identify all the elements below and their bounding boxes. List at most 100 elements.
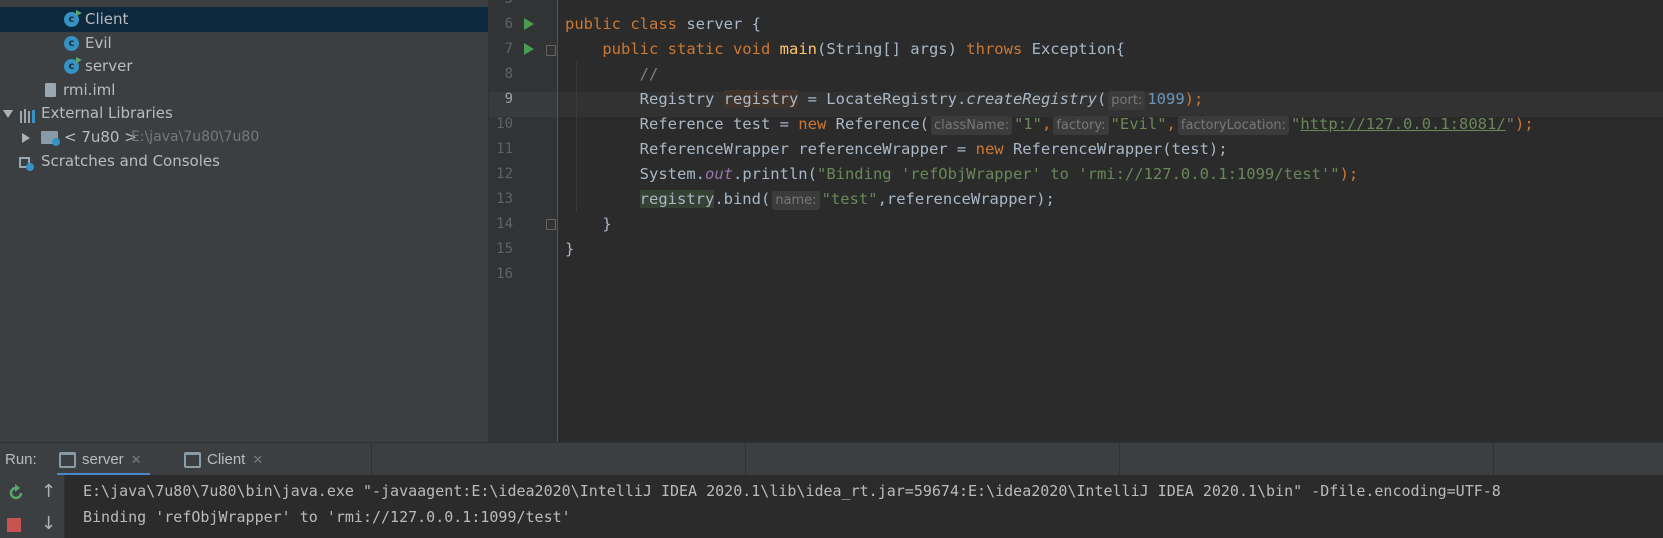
tree-item-label: Scratches and Consoles: [41, 152, 220, 170]
code-token: //: [639, 65, 659, 83]
tree-item-label: External Libraries: [41, 104, 173, 122]
divider: [1493, 443, 1494, 476]
line-number: 13: [496, 191, 513, 207]
line-number: 9: [504, 91, 513, 107]
arrow-up-icon[interactable]: ↑: [41, 481, 56, 502]
line-number: 7: [504, 41, 513, 57]
stop-icon[interactable]: [7, 518, 21, 532]
code-token: }: [565, 240, 575, 258]
line-number: 8: [504, 66, 513, 82]
expand-arrow-icon[interactable]: [3, 110, 13, 118]
code-token: ReferenceWrapper referenceWrapper =: [639, 140, 976, 158]
divider: [1119, 443, 1120, 476]
fold-icon[interactable]: [546, 219, 556, 230]
tab-label: server: [82, 451, 124, 468]
code-token: Exception{: [1022, 40, 1125, 58]
code-token: .bind(: [714, 190, 771, 208]
code-token: Reference test =: [639, 115, 799, 133]
code-token: public: [565, 15, 621, 33]
line-number: 12: [496, 166, 513, 182]
tree-item-label: server: [85, 57, 133, 75]
line-number: 15: [496, 241, 513, 257]
line-number: 5: [489, 0, 513, 12]
run-toolbar: [0, 475, 33, 538]
code-token: registry: [723, 90, 799, 108]
code-line-15: }: [565, 237, 574, 262]
tree-item-server[interactable]: c server: [0, 54, 488, 79]
url-link[interactable]: http://127.0.0.1:8081/: [1300, 115, 1505, 133]
arrow-down-icon[interactable]: ↓: [41, 513, 56, 534]
project-tree: c Client c Evil c server rmi.iml Externa…: [0, 0, 489, 442]
class-icon: c: [64, 57, 82, 74]
tree-item-rmi-iml[interactable]: rmi.iml: [0, 78, 488, 103]
code-token: );: [1184, 90, 1204, 108]
code-token: .println(: [732, 165, 817, 183]
code-line-14: }: [565, 212, 612, 237]
tab-client[interactable]: Client ✕: [176, 443, 271, 476]
code-token: }: [602, 215, 612, 233]
code-token: ,: [1166, 115, 1176, 133]
code-token: (String[] args): [816, 40, 967, 58]
tree-item-label: < 7u80 >: [64, 128, 137, 146]
tree-item-client[interactable]: c Client: [0, 7, 488, 32]
code-token: "1": [1013, 115, 1042, 133]
parameter-hint: port:: [1108, 91, 1146, 110]
tree-item-jdk[interactable]: < 7u80 > E:\java\7u80\7u80: [0, 125, 488, 150]
console-line: E:\java\7u80\7u80\bin\java.exe "-javaage…: [83, 482, 1501, 500]
console-icon: [59, 452, 76, 469]
code-line-7: public static void main(String[] args) t…: [565, 37, 1125, 62]
tab-server[interactable]: server ✕: [57, 443, 150, 476]
console-output[interactable]: E:\java\7u80\7u80\bin\java.exe "-javaage…: [65, 475, 1663, 538]
tree-item-label: Client: [85, 10, 129, 28]
code-line-12: System.out.println("Binding 'refObjWrapp…: [565, 162, 1359, 187]
code-token: Reference(: [826, 115, 929, 133]
tree-item-label: Evil: [85, 34, 112, 52]
divider: [371, 443, 372, 476]
code-token: ,referenceWrapper);: [877, 190, 1055, 208]
code-line-6: public class server {: [565, 12, 761, 37]
console-icon: [184, 452, 201, 469]
code-token: "Binding 'refObjWrapper' to 'rmi://127.0…: [816, 165, 1340, 183]
code-line-11: ReferenceWrapper referenceWrapper = new …: [565, 137, 1228, 162]
code-token: new: [975, 140, 1004, 158]
tree-item-external-libraries[interactable]: External Libraries: [0, 101, 488, 126]
code-token: throws: [966, 40, 1023, 58]
tree-item-scratches[interactable]: Scratches and Consoles: [0, 149, 488, 174]
tree-item-evil[interactable]: c Evil: [0, 31, 488, 56]
parameter-hint: factory:: [1053, 116, 1109, 135]
run-panel-title: Run:: [5, 451, 37, 468]
code-token: ": [1291, 115, 1301, 133]
parameter-hint: name:: [772, 191, 820, 210]
parameter-hint: factoryLocation:: [1177, 116, 1290, 135]
code-token: server {: [677, 15, 762, 33]
collapse-arrow-icon[interactable]: [22, 133, 30, 143]
line-number: 16: [496, 266, 513, 282]
code-token: "Evil": [1110, 115, 1167, 133]
line-number: 6: [504, 16, 513, 32]
divider: [745, 443, 746, 476]
code-token: createRegistry: [966, 90, 1097, 108]
jdk-path: E:\java\7u80\7u80: [131, 129, 260, 145]
code-token: );: [1515, 115, 1534, 133]
code-token: class: [630, 15, 678, 33]
close-icon[interactable]: ✕: [252, 443, 263, 476]
code-line-13: registry.bind(name: "test",referenceWrapp…: [565, 187, 1055, 212]
libraries-icon: [20, 106, 36, 123]
rerun-icon[interactable]: [7, 484, 25, 502]
run-main-icon[interactable]: [524, 43, 534, 55]
code-line-8: //: [565, 62, 659, 87]
iml-file-icon: [45, 83, 56, 97]
code-token: "test": [821, 190, 878, 208]
tab-label: Client: [207, 451, 246, 468]
code-token: public static void: [602, 40, 771, 58]
code-token: new: [798, 115, 827, 133]
parameter-hint: className:: [930, 116, 1012, 135]
code-token: ReferenceWrapper(test);: [1003, 140, 1228, 158]
fold-icon[interactable]: [546, 45, 556, 56]
close-icon[interactable]: ✕: [131, 443, 142, 476]
code-editor[interactable]: 5 6 7 8 9 10 11 12 13 14 15 16 public cl…: [489, 0, 1663, 442]
class-icon: c: [64, 10, 82, 27]
code-token: registry: [639, 190, 715, 208]
jdk-folder-icon: [41, 131, 60, 146]
run-class-icon[interactable]: [524, 18, 534, 30]
